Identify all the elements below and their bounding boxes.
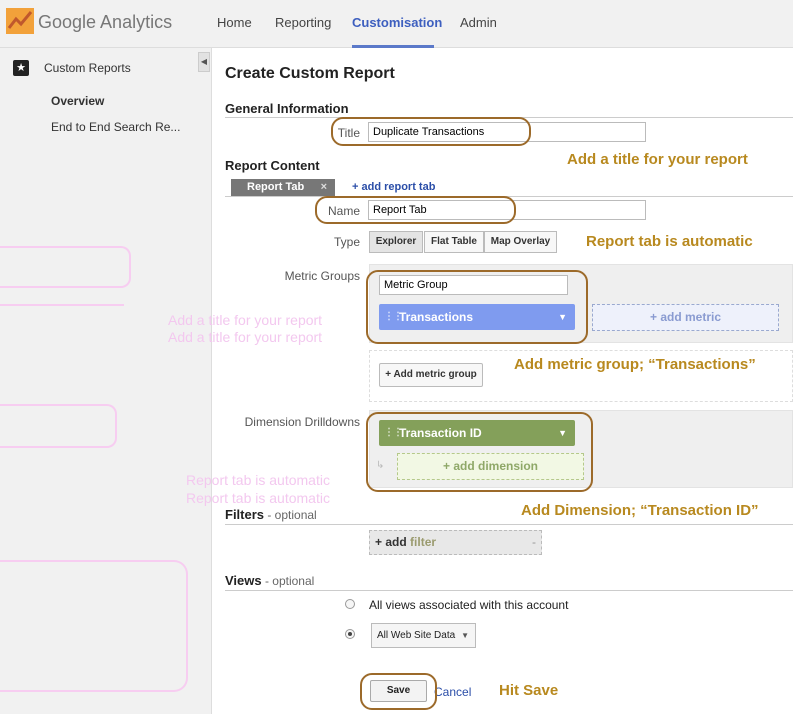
ghost-outline bbox=[0, 560, 188, 692]
annotation-outline-save bbox=[360, 673, 437, 710]
nav-admin[interactable]: Admin bbox=[460, 15, 497, 30]
nav-home[interactable]: Home bbox=[217, 15, 252, 30]
annotation-dimension-note: Add Dimension; “Transaction ID” bbox=[521, 502, 759, 519]
add-metric-button[interactable]: + add metric bbox=[592, 304, 779, 331]
star-report-icon: ★ bbox=[13, 60, 29, 76]
ghost-text: Add a title for your report bbox=[168, 312, 323, 328]
report-content-heading: Report Content bbox=[225, 158, 320, 173]
annotation-tab-note: Report tab is automatic bbox=[586, 233, 753, 250]
annotation-save-note: Hit Save bbox=[499, 682, 559, 699]
filter-remove-icon[interactable]: - bbox=[532, 531, 536, 554]
report-tab-chip[interactable]: Report Tab × bbox=[231, 179, 335, 196]
ghost-text: Report tab is automatic bbox=[186, 472, 330, 488]
nav-reporting[interactable]: Reporting bbox=[275, 15, 331, 30]
annotation-title-note: Add a title for your report bbox=[567, 151, 748, 168]
radio-all-views[interactable] bbox=[345, 599, 355, 609]
annotation-outline-name bbox=[315, 196, 516, 224]
close-icon[interactable]: × bbox=[321, 181, 327, 193]
filters-heading: Filters - optional bbox=[225, 507, 317, 522]
add-report-tab-link[interactable]: + add report tab bbox=[352, 181, 435, 193]
cancel-link[interactable]: Cancel bbox=[434, 685, 471, 699]
filters-title: Filters bbox=[225, 507, 265, 522]
analytics-logo-icon[interactable] bbox=[6, 8, 34, 34]
divider bbox=[225, 524, 793, 525]
nav-customisation[interactable]: Customisation bbox=[352, 15, 442, 30]
ghost-outline bbox=[0, 246, 131, 288]
views-optional: - optional bbox=[261, 574, 315, 588]
add-filter-word: filter bbox=[410, 535, 437, 549]
annotation-metric-note: Add metric group; “Transactions” bbox=[514, 356, 756, 373]
metric-groups-label: Metric Groups bbox=[284, 269, 360, 283]
ghost-line bbox=[0, 304, 124, 306]
collapse-arrow-icon[interactable]: ◀ bbox=[198, 52, 210, 72]
divider bbox=[225, 590, 793, 591]
annotation-outline-dimension bbox=[366, 412, 593, 492]
top-header: Google Analytics Home Reporting Customis… bbox=[0, 0, 793, 48]
type-label: Type bbox=[333, 235, 360, 249]
radio-selected-views[interactable] bbox=[345, 629, 355, 639]
annotation-outline-metric bbox=[366, 270, 588, 344]
add-filter-plus: + add bbox=[375, 535, 407, 549]
general-information-heading: General Information bbox=[225, 101, 349, 116]
views-heading: Views - optional bbox=[225, 573, 314, 588]
views-title: Views bbox=[225, 573, 262, 588]
ghost-text: Add a title for your report bbox=[168, 329, 323, 345]
chevron-down-icon: ▼ bbox=[461, 631, 469, 640]
views-select[interactable]: All Web Site Data ▼ bbox=[371, 623, 476, 648]
all-views-label: All views associated with this account bbox=[369, 598, 569, 612]
report-tab-label: Report Tab bbox=[247, 181, 305, 193]
add-filter-button[interactable]: + add filter - bbox=[369, 530, 542, 555]
app-brand[interactable]: Google Analytics bbox=[38, 12, 172, 33]
type-explorer-button[interactable]: Explorer bbox=[369, 231, 423, 253]
annotation-outline-title bbox=[331, 117, 531, 146]
type-flat-table-button[interactable]: Flat Table bbox=[424, 231, 484, 253]
sidebar-item-end-to-end[interactable]: End to End Search Re... bbox=[51, 120, 180, 134]
sidebar-item-overview[interactable]: Overview bbox=[51, 94, 104, 108]
add-metric-group-button[interactable]: + Add metric group bbox=[379, 363, 483, 387]
type-map-overlay-button[interactable]: Map Overlay bbox=[484, 231, 557, 253]
sidebar-title[interactable]: Custom Reports bbox=[44, 61, 131, 75]
filters-optional: - optional bbox=[264, 508, 317, 522]
views-select-value: All Web Site Data bbox=[377, 630, 456, 641]
page-title: Create Custom Report bbox=[225, 65, 395, 82]
ghost-outline bbox=[0, 404, 117, 448]
nav-active-underline bbox=[352, 45, 434, 48]
ghost-text: Report tab is automatic bbox=[186, 490, 330, 506]
dimension-drilldowns-label: Dimension Drilldowns bbox=[244, 415, 360, 429]
